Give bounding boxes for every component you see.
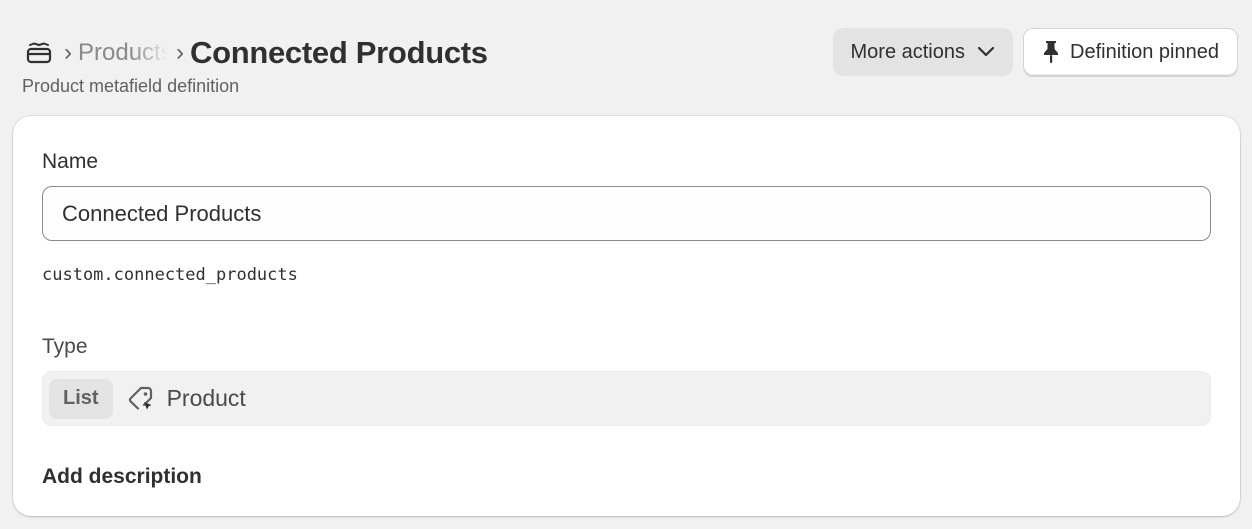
product-tag-icon [127,385,155,413]
breadcrumb: › Products › Connected Products [22,34,488,72]
add-description-link[interactable]: Add description [42,463,202,491]
header-actions: More actions Definition pinned [832,28,1238,76]
type-label: Type [42,335,88,358]
page-header: › Products › Connected Products Product … [22,28,1238,100]
list-badge: List [49,378,113,419]
store-icon[interactable] [22,34,56,72]
definition-card: Name custom.connected_products Type List… [13,116,1240,516]
more-actions-label: More actions [850,40,966,63]
chevron-down-icon [977,43,995,61]
type-field: List Product [42,371,1211,426]
pin-icon [1040,40,1062,64]
breadcrumb-parent-link[interactable]: Products [78,34,168,72]
definition-pinned-label: Definition pinned [1070,40,1219,63]
more-actions-button[interactable]: More actions [832,28,1013,76]
definition-pinned-button[interactable]: Definition pinned [1023,28,1238,76]
page-title: Connected Products [190,35,488,70]
name-label: Name [42,150,99,173]
namespace-key: custom.connected_products [42,265,298,285]
breadcrumb-separator: › [176,39,184,66]
page-subtitle: Product metafield definition [22,76,240,96]
metafield-definition-page: › Products › Connected Products Product … [0,0,1252,529]
name-input[interactable] [42,186,1211,241]
type-value: Product [166,385,246,411]
breadcrumb-separator: › [64,39,72,66]
